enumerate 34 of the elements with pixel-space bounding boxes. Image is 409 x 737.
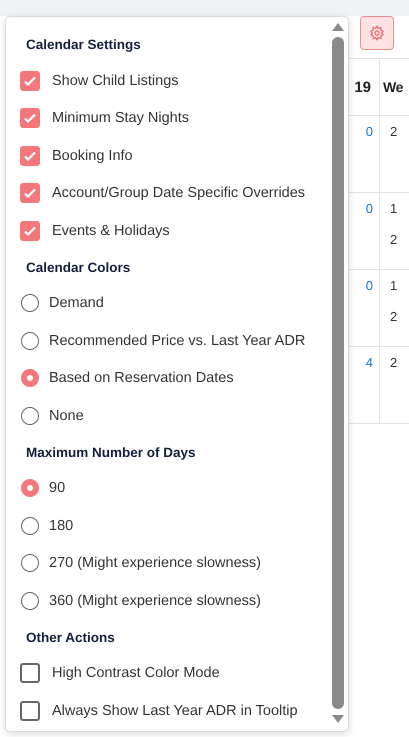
checkbox-option[interactable]: Always Show Last Year ADR in Tooltip	[20, 692, 331, 730]
radio-button[interactable]	[21, 332, 39, 350]
day-header: We	[380, 59, 409, 116]
table-cell: 1 2	[380, 193, 409, 270]
radio-option[interactable]: 360 (Might experience slowness)	[20, 582, 331, 620]
radio-option[interactable]: 180	[20, 507, 331, 544]
radio-button[interactable]	[21, 294, 39, 312]
section-heading: Maximum Number of Days	[25, 444, 197, 462]
radio-option[interactable]: 90	[20, 470, 331, 507]
checkbox[interactable]	[20, 146, 40, 166]
radio-button[interactable]	[21, 554, 39, 572]
radio-button[interactable]	[21, 369, 39, 388]
checkbox[interactable]	[20, 183, 40, 204]
checkbox[interactable]	[20, 108, 40, 128]
settings-icon	[369, 25, 385, 41]
radio-button[interactable]	[21, 592, 39, 610]
section-heading: Calendar Settings	[25, 36, 142, 54]
table-cell: 1 2	[380, 270, 409, 347]
section-heading: Calendar Colors	[25, 258, 132, 276]
radio-button[interactable]	[21, 479, 39, 498]
section-heading: Other Actions	[25, 628, 116, 646]
scroll-down-icon[interactable]	[332, 715, 344, 723]
scroll-up-icon[interactable]	[332, 23, 344, 31]
checkbox[interactable]	[20, 70, 40, 91]
checkbox[interactable]	[20, 220, 40, 241]
checkbox-option[interactable]: High Contrast Color Mode	[20, 654, 331, 692]
radio-button[interactable]	[21, 516, 39, 535]
table-cell: 2	[380, 347, 409, 424]
radio-option[interactable]: 270 (Might experience slowness)	[20, 544, 331, 582]
settings-button[interactable]	[360, 16, 394, 50]
radio-button[interactable]	[21, 406, 39, 425]
table-cell: 2	[380, 116, 409, 193]
checkbox[interactable]	[20, 700, 40, 721]
checkbox[interactable]	[20, 663, 40, 684]
